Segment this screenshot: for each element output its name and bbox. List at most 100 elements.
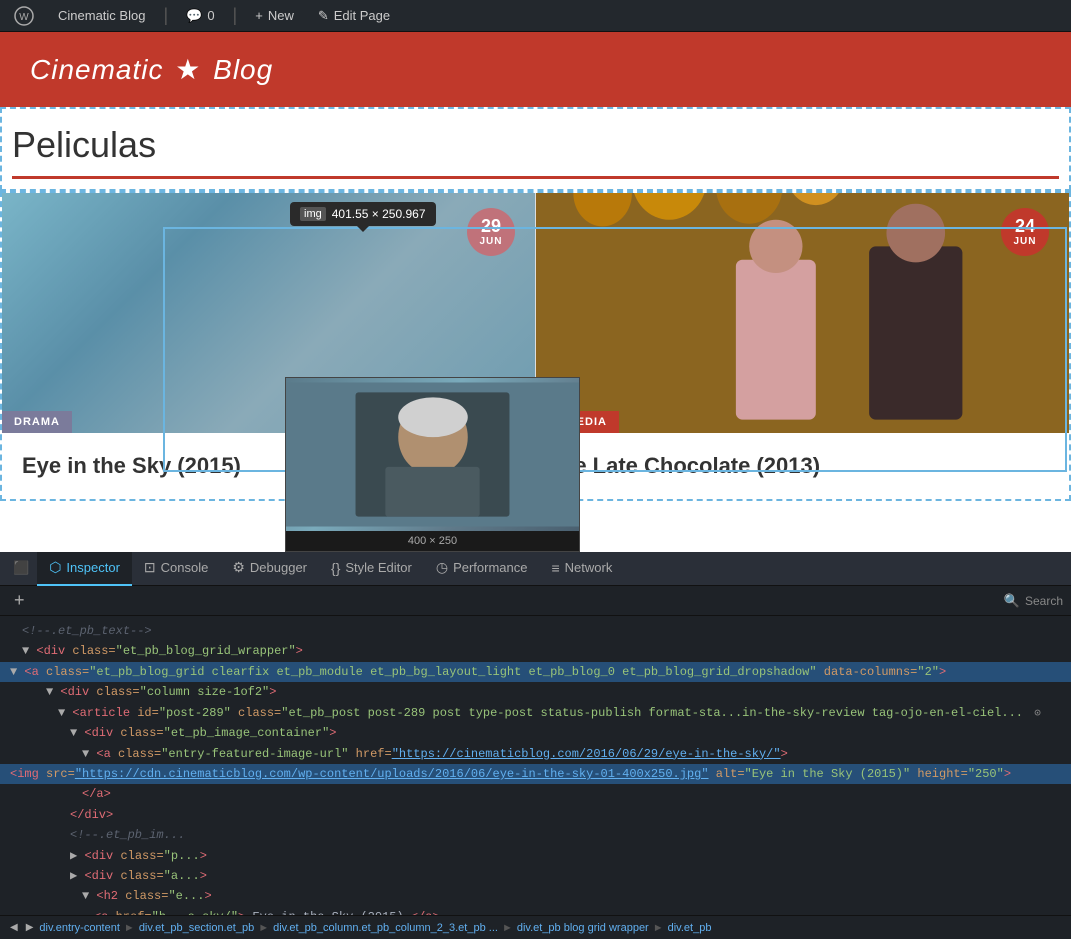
preview-image-svg bbox=[286, 382, 579, 527]
comedia-image-bg bbox=[536, 193, 1069, 433]
devtools-secondary-toolbar: + 🔍 Search bbox=[0, 586, 1071, 616]
devtools-panel: ⬛ ⬡ Inspector ⊡ Console ⚙ Debugger {} St… bbox=[0, 552, 1071, 939]
html-line: <!--.et_pb_text--> bbox=[10, 621, 1061, 641]
breadcrumb-sep-2: ► bbox=[258, 922, 269, 934]
collapse-arrow[interactable]: ▼ bbox=[10, 665, 17, 679]
html-line: ▼ <h2 class="e...> bbox=[10, 886, 1061, 906]
wp-logo-button[interactable]: W bbox=[8, 2, 40, 30]
page-title: Peliculas bbox=[12, 124, 1059, 166]
edit-page-button[interactable]: ✎ Edit Page bbox=[312, 4, 396, 28]
performance-label: Performance bbox=[453, 560, 527, 575]
collapse-arrow[interactable]: ▼ bbox=[82, 747, 89, 761]
link-eye-sky[interactable]: "https://cinematicblog.com/2016/06/29/ey… bbox=[392, 747, 781, 761]
top-bar: W Cinematic Blog | 💬 0 | + New ✎ Edit Pa… bbox=[0, 0, 1071, 32]
network-label: Network bbox=[565, 560, 613, 575]
breadcrumb-item-column[interactable]: div.et_pb_column.et_pb_column_2_3.et_pb … bbox=[273, 922, 498, 934]
html-line: </div> bbox=[10, 805, 1061, 825]
collapse-arrow[interactable]: ▼ bbox=[58, 706, 65, 720]
comments-count: 0 bbox=[207, 8, 214, 23]
html-line-img-highlighted: <img src="https://cdn.cinematicblog.com/… bbox=[0, 764, 1071, 784]
breadcrumb-sep-1: ► bbox=[124, 922, 135, 934]
collapse-arrow[interactable]: ▼ bbox=[82, 889, 89, 903]
html-line-highlighted: ▼ <a class="et_pb_blog_grid clearfix et_… bbox=[0, 662, 1071, 682]
new-button[interactable]: + New bbox=[249, 4, 300, 27]
tooltip-tag: img bbox=[300, 207, 326, 221]
plus-icon: + bbox=[255, 8, 263, 23]
card-image-comedia: 24 JUN COMEDIA bbox=[536, 193, 1069, 433]
collapse-arrow[interactable]: ▼ bbox=[70, 726, 77, 740]
site-title-star: ★ bbox=[175, 54, 201, 85]
devtools-icon-btn[interactable]: ⬛ bbox=[5, 552, 37, 586]
breadcrumb-item-section[interactable]: div.et_pb_section.et_pb bbox=[139, 922, 254, 934]
comments-button[interactable]: 💬 0 bbox=[180, 4, 220, 28]
breadcrumb-left-arrow[interactable]: ◀ bbox=[8, 922, 20, 933]
breadcrumb-sep-3: ► bbox=[502, 922, 513, 934]
image-preview-content bbox=[286, 378, 579, 531]
search-label: Search bbox=[1025, 594, 1063, 608]
new-label: New bbox=[268, 8, 294, 23]
tab-style-editor[interactable]: {} Style Editor bbox=[319, 552, 424, 586]
debugger-label: Debugger bbox=[250, 560, 307, 575]
site-title-cinematic: Cinematic bbox=[30, 54, 163, 85]
html-line: ▼ <div class="et_pb_blog_grid_wrapper"> bbox=[10, 641, 1061, 661]
scroll-icon[interactable]: ⊙ bbox=[1034, 708, 1041, 720]
img-src-link[interactable]: "https://cdn.cinematicblog.com/wp-conten… bbox=[75, 767, 709, 781]
breadcrumb-sep-4: ► bbox=[653, 922, 664, 934]
date-badge-drama: 29 JUN bbox=[467, 208, 515, 256]
network-icon: ≡ bbox=[552, 560, 560, 576]
tooltip-dimensions: 401.55 × 250.967 bbox=[332, 207, 426, 221]
page-title-area: Peliculas bbox=[0, 107, 1071, 191]
html-line: <!--.et_pb_im... bbox=[10, 825, 1061, 845]
collapse-arrow[interactable]: ▼ bbox=[46, 685, 53, 699]
date-day-comedia: 24 bbox=[1015, 217, 1035, 237]
html-line: </a> bbox=[10, 784, 1061, 804]
tab-performance[interactable]: ◷ Performance bbox=[424, 552, 540, 586]
style-editor-icon: {} bbox=[331, 560, 340, 576]
breadcrumb-item-last[interactable]: div.et_pb bbox=[668, 922, 712, 934]
html-line: ▼ <div class="et_pb_image_container"> bbox=[10, 723, 1061, 743]
site-title-blog: Blog bbox=[213, 54, 273, 85]
console-icon: ⊡ bbox=[144, 559, 156, 576]
breadcrumb-right-arrow[interactable]: ▶ bbox=[24, 922, 36, 933]
comment-icon: 💬 bbox=[186, 8, 202, 24]
debugger-icon: ⚙ bbox=[232, 559, 245, 576]
date-day-drama: 29 bbox=[481, 217, 501, 237]
breadcrumb-item-entry[interactable]: div.entry-content bbox=[39, 922, 120, 934]
performance-icon: ◷ bbox=[436, 559, 448, 576]
tab-debugger[interactable]: ⚙ Debugger bbox=[220, 552, 319, 586]
site-title: Cinematic ★ Blog bbox=[30, 53, 273, 86]
tab-inspector[interactable]: ⬡ Inspector bbox=[37, 552, 132, 586]
pencil-icon: ✎ bbox=[318, 8, 329, 24]
collapse-arrow[interactable]: ▼ bbox=[22, 644, 29, 658]
console-label: Console bbox=[161, 560, 209, 575]
blog-card-comedia: 24 JUN COMEDIA Me Late Chocolate (2013) bbox=[536, 193, 1069, 499]
collapse-arrow[interactable]: ▶ bbox=[70, 869, 77, 883]
category-drama: DRAMA bbox=[2, 411, 72, 433]
html-line: ▶ <div class="a...> bbox=[10, 866, 1061, 886]
tab-network[interactable]: ≡ Network bbox=[540, 552, 625, 586]
inspector-label: Inspector bbox=[66, 560, 119, 575]
collapse-arrow[interactable]: ▶ bbox=[70, 849, 77, 863]
img-tooltip: img 401.55 × 250.967 bbox=[290, 202, 436, 226]
site-name-button[interactable]: Cinematic Blog bbox=[52, 4, 151, 27]
site-header: Cinematic ★ Blog bbox=[0, 32, 1071, 107]
devtools-html-content[interactable]: <!--.et_pb_text--> ▼ <div class="et_pb_b… bbox=[0, 616, 1071, 915]
site-name-label: Cinematic Blog bbox=[58, 8, 145, 23]
title-underline bbox=[12, 176, 1059, 179]
tab-console[interactable]: ⊡ Console bbox=[132, 552, 220, 586]
html-line: ▼ <article id="post-289" class="et_pb_po… bbox=[10, 703, 1061, 724]
breadcrumb-bar: ◀ ▶ div.entry-content ► div.et_pb_sectio… bbox=[0, 915, 1071, 939]
card-content-comedia: Me Late Chocolate (2013) bbox=[536, 433, 1069, 499]
image-preview-dimensions: 400 × 250 bbox=[286, 531, 579, 551]
add-node-button[interactable]: + bbox=[8, 588, 31, 613]
search-icon: 🔍 bbox=[1004, 593, 1020, 609]
html-line: ▶ <div class="p...> bbox=[10, 846, 1061, 866]
image-preview-popup: 400 × 250 bbox=[285, 377, 580, 552]
html-line: ▼ <div class="column size-1of2"> bbox=[10, 682, 1061, 702]
search-box[interactable]: 🔍 Search bbox=[1004, 593, 1063, 609]
devtools-toolbar: ⬛ ⬡ Inspector ⊡ Console ⚙ Debugger {} St… bbox=[0, 552, 1071, 586]
edit-label: Edit Page bbox=[334, 8, 390, 23]
breadcrumb-item-wrapper[interactable]: div.et_pb blog grid wrapper bbox=[517, 922, 649, 934]
date-month-comedia: JUN bbox=[1013, 236, 1036, 247]
separator-2: | bbox=[233, 5, 238, 26]
